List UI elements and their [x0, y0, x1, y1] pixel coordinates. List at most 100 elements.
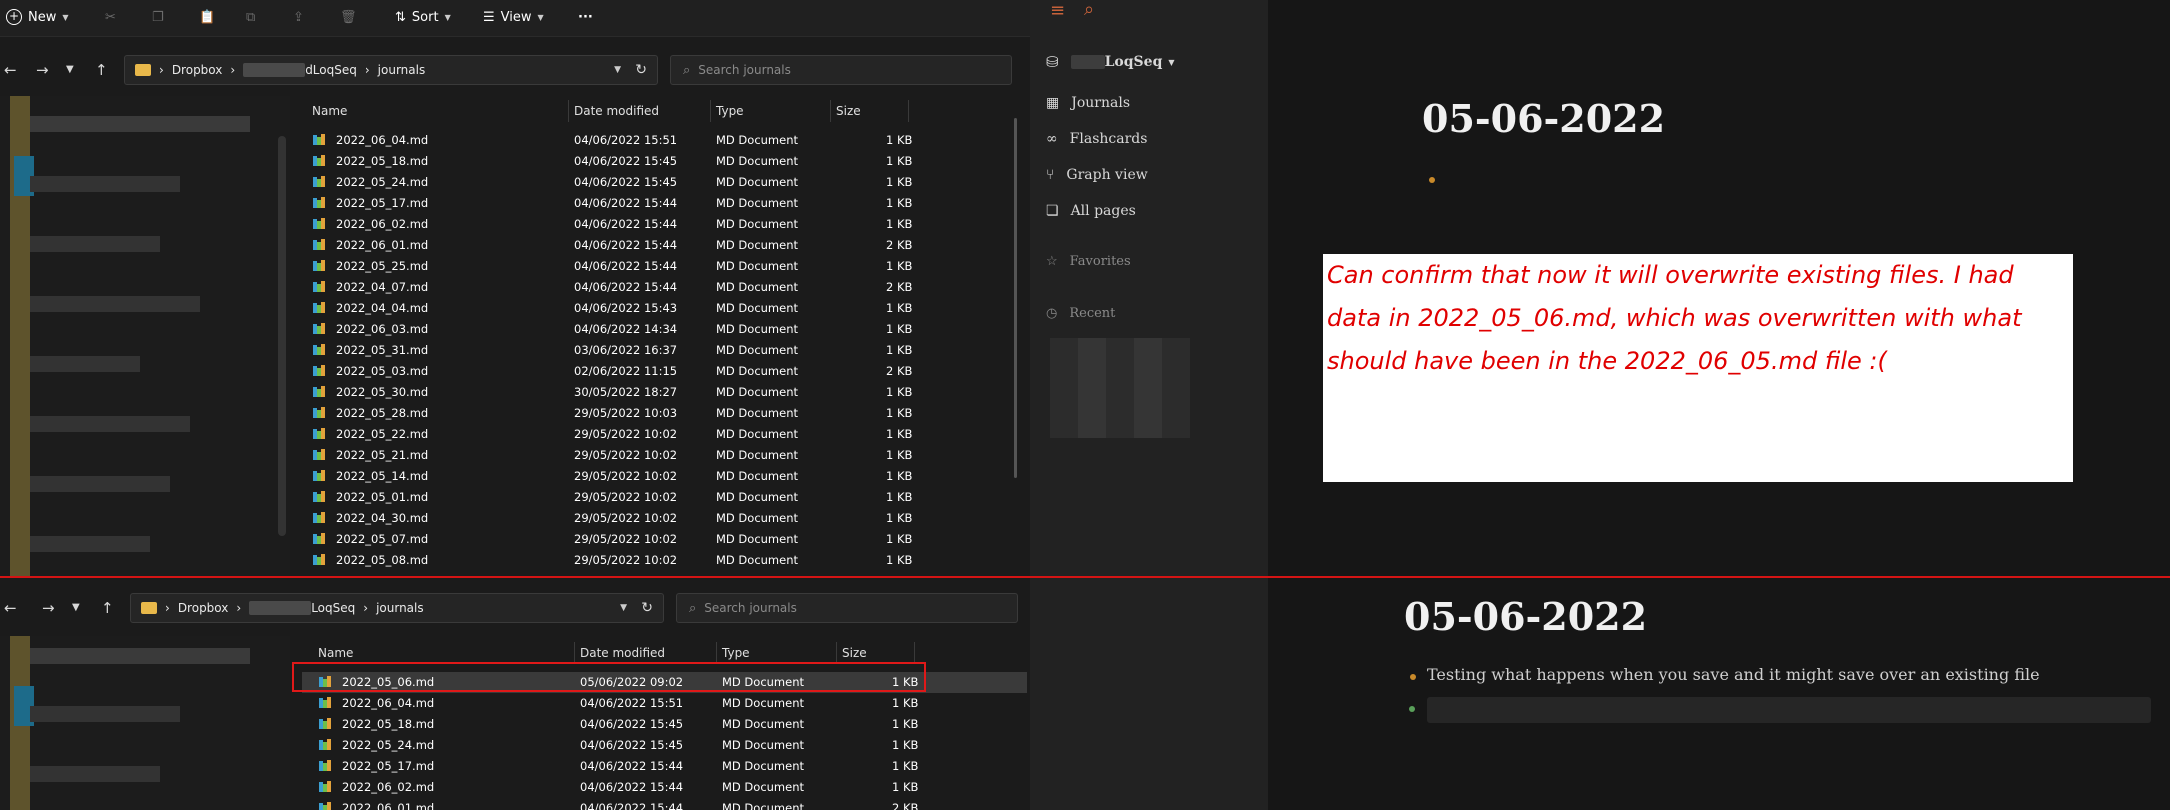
journal-title[interactable]: 05-06-2022 [1404, 594, 1647, 639]
table-row[interactable]: 2022_05_17.md 04/06/2022 15:44 MD Document… [302, 756, 1027, 777]
chevron-down-icon: ▼ [62, 12, 69, 22]
nav-all-pages[interactable]: ❏ All pages [1046, 196, 1136, 226]
recent-locations-chevron-icon[interactable]: ▼ [66, 64, 74, 75]
table-row[interactable]: 2022_05_30.md 30/05/2022 18:27 MD Document… [296, 382, 1021, 403]
table-row[interactable]: 2022_06_01.md 04/06/2022 15:44 MD Document… [296, 235, 1021, 256]
table-row[interactable]: 2022_05_14.md 29/05/2022 10:02 MD Document… [296, 466, 1021, 487]
address-chevron-icon[interactable]: ▼ [614, 65, 621, 75]
rename-button[interactable]: ⧉ [246, 4, 255, 30]
nav-graph-view[interactable]: ⑂ Graph view [1046, 160, 1148, 190]
table-row[interactable]: 2022_05_17.md 04/06/2022 15:44 MD Document… [296, 193, 1021, 214]
sort-button[interactable]: ⇅ Sort ▼ [395, 4, 451, 30]
file-date: 29/05/2022 10:02 [574, 490, 678, 504]
column-divider[interactable] [914, 642, 915, 664]
table-row[interactable]: 2022_06_01.md 04/06/2022 15:44 MD Document… [302, 798, 1027, 810]
table-row[interactable]: 2022_05_03.md 02/06/2022 11:15 MD Document… [296, 361, 1021, 382]
column-header-size[interactable]: Size [836, 98, 861, 124]
column-divider[interactable] [716, 642, 717, 664]
up-arrow-icon[interactable]: ↑ [95, 61, 108, 79]
breadcrumb-journals[interactable]: journals [376, 601, 424, 615]
column-divider[interactable] [836, 642, 837, 664]
block-bullet[interactable] [1410, 674, 1416, 680]
back-arrow-icon[interactable]: ← [4, 599, 17, 617]
table-row[interactable]: 2022_05_24.md 04/06/2022 15:45 MD Document… [296, 172, 1021, 193]
table-row[interactable]: 2022_05_07.md 29/05/2022 10:02 MD Document… [296, 529, 1021, 550]
address-bar[interactable]: › Dropbox › LoqSeq › journals ▼ ↻ [130, 593, 664, 623]
table-row[interactable]: 2022_05_24.md 04/06/2022 15:45 MD Document… [302, 735, 1027, 756]
sidebar-scrollbar[interactable] [278, 136, 286, 536]
address-bar[interactable]: › Dropbox › dLoqSeq › journals ▼ ↻ [124, 55, 658, 85]
table-row[interactable]: 2022_05_18.md 04/06/2022 15:45 MD Document… [296, 151, 1021, 172]
table-row[interactable]: 2022_05_21.md 29/05/2022 10:02 MD Document… [296, 445, 1021, 466]
address-chevron-icon[interactable]: ▼ [620, 603, 627, 613]
forward-arrow-icon[interactable]: → [42, 599, 55, 617]
nav-flashcards[interactable]: ∞ Flashcards [1046, 124, 1147, 154]
breadcrumb-dropbox[interactable]: Dropbox [178, 601, 229, 615]
block-bullet[interactable] [1429, 177, 1435, 183]
column-divider[interactable] [574, 642, 575, 664]
search-box[interactable]: ⌕ Search journals [670, 55, 1012, 85]
refresh-icon[interactable]: ↻ [635, 62, 647, 78]
copy-button[interactable]: ❐ [152, 4, 164, 30]
view-button[interactable]: ☰ View ▼ [483, 4, 544, 30]
new-button[interactable]: + New ▼ [6, 4, 69, 30]
forward-arrow-icon[interactable]: → [36, 61, 49, 79]
file-size: 1 KB [892, 738, 919, 752]
table-row[interactable]: 2022_05_22.md 29/05/2022 10:02 MD Document… [296, 424, 1021, 445]
list-scrollbar[interactable] [1014, 118, 1017, 478]
favorites-section[interactable]: ☆ Favorites [1046, 246, 1131, 276]
nav-journals[interactable]: ▦ Journals [1046, 88, 1130, 118]
table-row[interactable]: 2022_06_04.md 04/06/2022 15:51 MD Document… [302, 693, 1027, 714]
column-divider[interactable] [908, 100, 909, 122]
search-icon[interactable]: ⌕ [1084, 0, 1094, 20]
table-row[interactable]: 2022_05_25.md 04/06/2022 15:44 MD Document… [296, 256, 1021, 277]
table-row[interactable]: 2022_05_31.md 03/06/2022 16:37 MD Document… [296, 340, 1021, 361]
table-row[interactable]: 2022_06_04.md 04/06/2022 15:51 MD Document… [296, 130, 1021, 151]
file-date: 02/06/2022 11:15 [574, 364, 678, 378]
plus-circle-icon: + [6, 9, 22, 25]
table-row[interactable]: 2022_06_03.md 04/06/2022 14:34 MD Document… [296, 319, 1021, 340]
table-row[interactable]: 2022_04_07.md 04/06/2022 15:44 MD Document… [296, 277, 1021, 298]
navigation-pane-top[interactable] [0, 96, 290, 578]
paste-button[interactable]: 📋 [199, 4, 215, 30]
menu-icon[interactable]: ≡ [1050, 0, 1065, 21]
column-divider[interactable] [710, 100, 711, 122]
more-options-button[interactable]: ··· [578, 4, 593, 30]
column-header-date[interactable]: Date modified [574, 98, 659, 124]
table-row[interactable]: 2022_04_04.md 04/06/2022 15:43 MD Document… [296, 298, 1021, 319]
recent-locations-chevron-icon[interactable]: ▼ [72, 602, 80, 613]
breadcrumb-vault[interactable]: LoqSeq [311, 601, 355, 615]
file-size: 2 KB [886, 238, 913, 252]
up-arrow-icon[interactable]: ↑ [101, 599, 114, 617]
table-row[interactable]: 2022_05_18.md 04/06/2022 15:45 MD Document… [302, 714, 1027, 735]
command-bar: + New ▼ ✂ ❐ 📋 ⧉ ⇪ 🗑 ⇅ Sort ▼ ☰ View ▼ ··… [0, 0, 1030, 37]
redacted-block [30, 648, 250, 664]
column-divider[interactable] [830, 100, 831, 122]
delete-button[interactable]: 🗑 [340, 4, 357, 30]
table-row[interactable]: 2022_05_01.md 29/05/2022 10:02 MD Document… [296, 487, 1021, 508]
table-row[interactable]: 2022_04_30.md 29/05/2022 10:02 MD Document… [296, 508, 1021, 529]
block-editor[interactable] [1427, 697, 2151, 723]
table-row[interactable]: 2022_05_28.md 29/05/2022 10:03 MD Document… [296, 403, 1021, 424]
graph-selector[interactable]: ⛁ LoqSeq ▼ [1046, 47, 1175, 77]
table-row[interactable]: 2022_06_02.md 04/06/2022 15:44 MD Document… [302, 777, 1027, 798]
pages-icon: ❏ [1046, 203, 1059, 219]
cut-button[interactable]: ✂ [105, 4, 116, 30]
search-box[interactable]: ⌕ Search journals [676, 593, 1018, 623]
column-header-type[interactable]: Type [716, 98, 744, 124]
breadcrumb-vault[interactable]: dLoqSeq [305, 63, 357, 77]
column-divider[interactable] [568, 100, 569, 122]
block-text[interactable]: Testing what happens when you save and i… [1427, 665, 2040, 684]
refresh-icon[interactable]: ↻ [641, 600, 653, 616]
table-row[interactable]: 2022_06_02.md 04/06/2022 15:44 MD Document… [296, 214, 1021, 235]
journal-title[interactable]: 05-06-2022 [1422, 96, 1665, 141]
table-row[interactable]: 2022_05_08.md 29/05/2022 10:02 MD Document… [296, 550, 1021, 571]
recent-section[interactable]: ◷ Recent [1046, 298, 1115, 328]
breadcrumb-journals[interactable]: journals [378, 63, 426, 77]
share-button[interactable]: ⇪ [293, 4, 304, 30]
block-bullet[interactable] [1409, 706, 1415, 712]
navigation-pane-bottom[interactable] [0, 636, 290, 810]
breadcrumb-dropbox[interactable]: Dropbox [172, 63, 223, 77]
column-header-name[interactable]: Name [312, 98, 347, 124]
back-arrow-icon[interactable]: ← [4, 61, 17, 79]
